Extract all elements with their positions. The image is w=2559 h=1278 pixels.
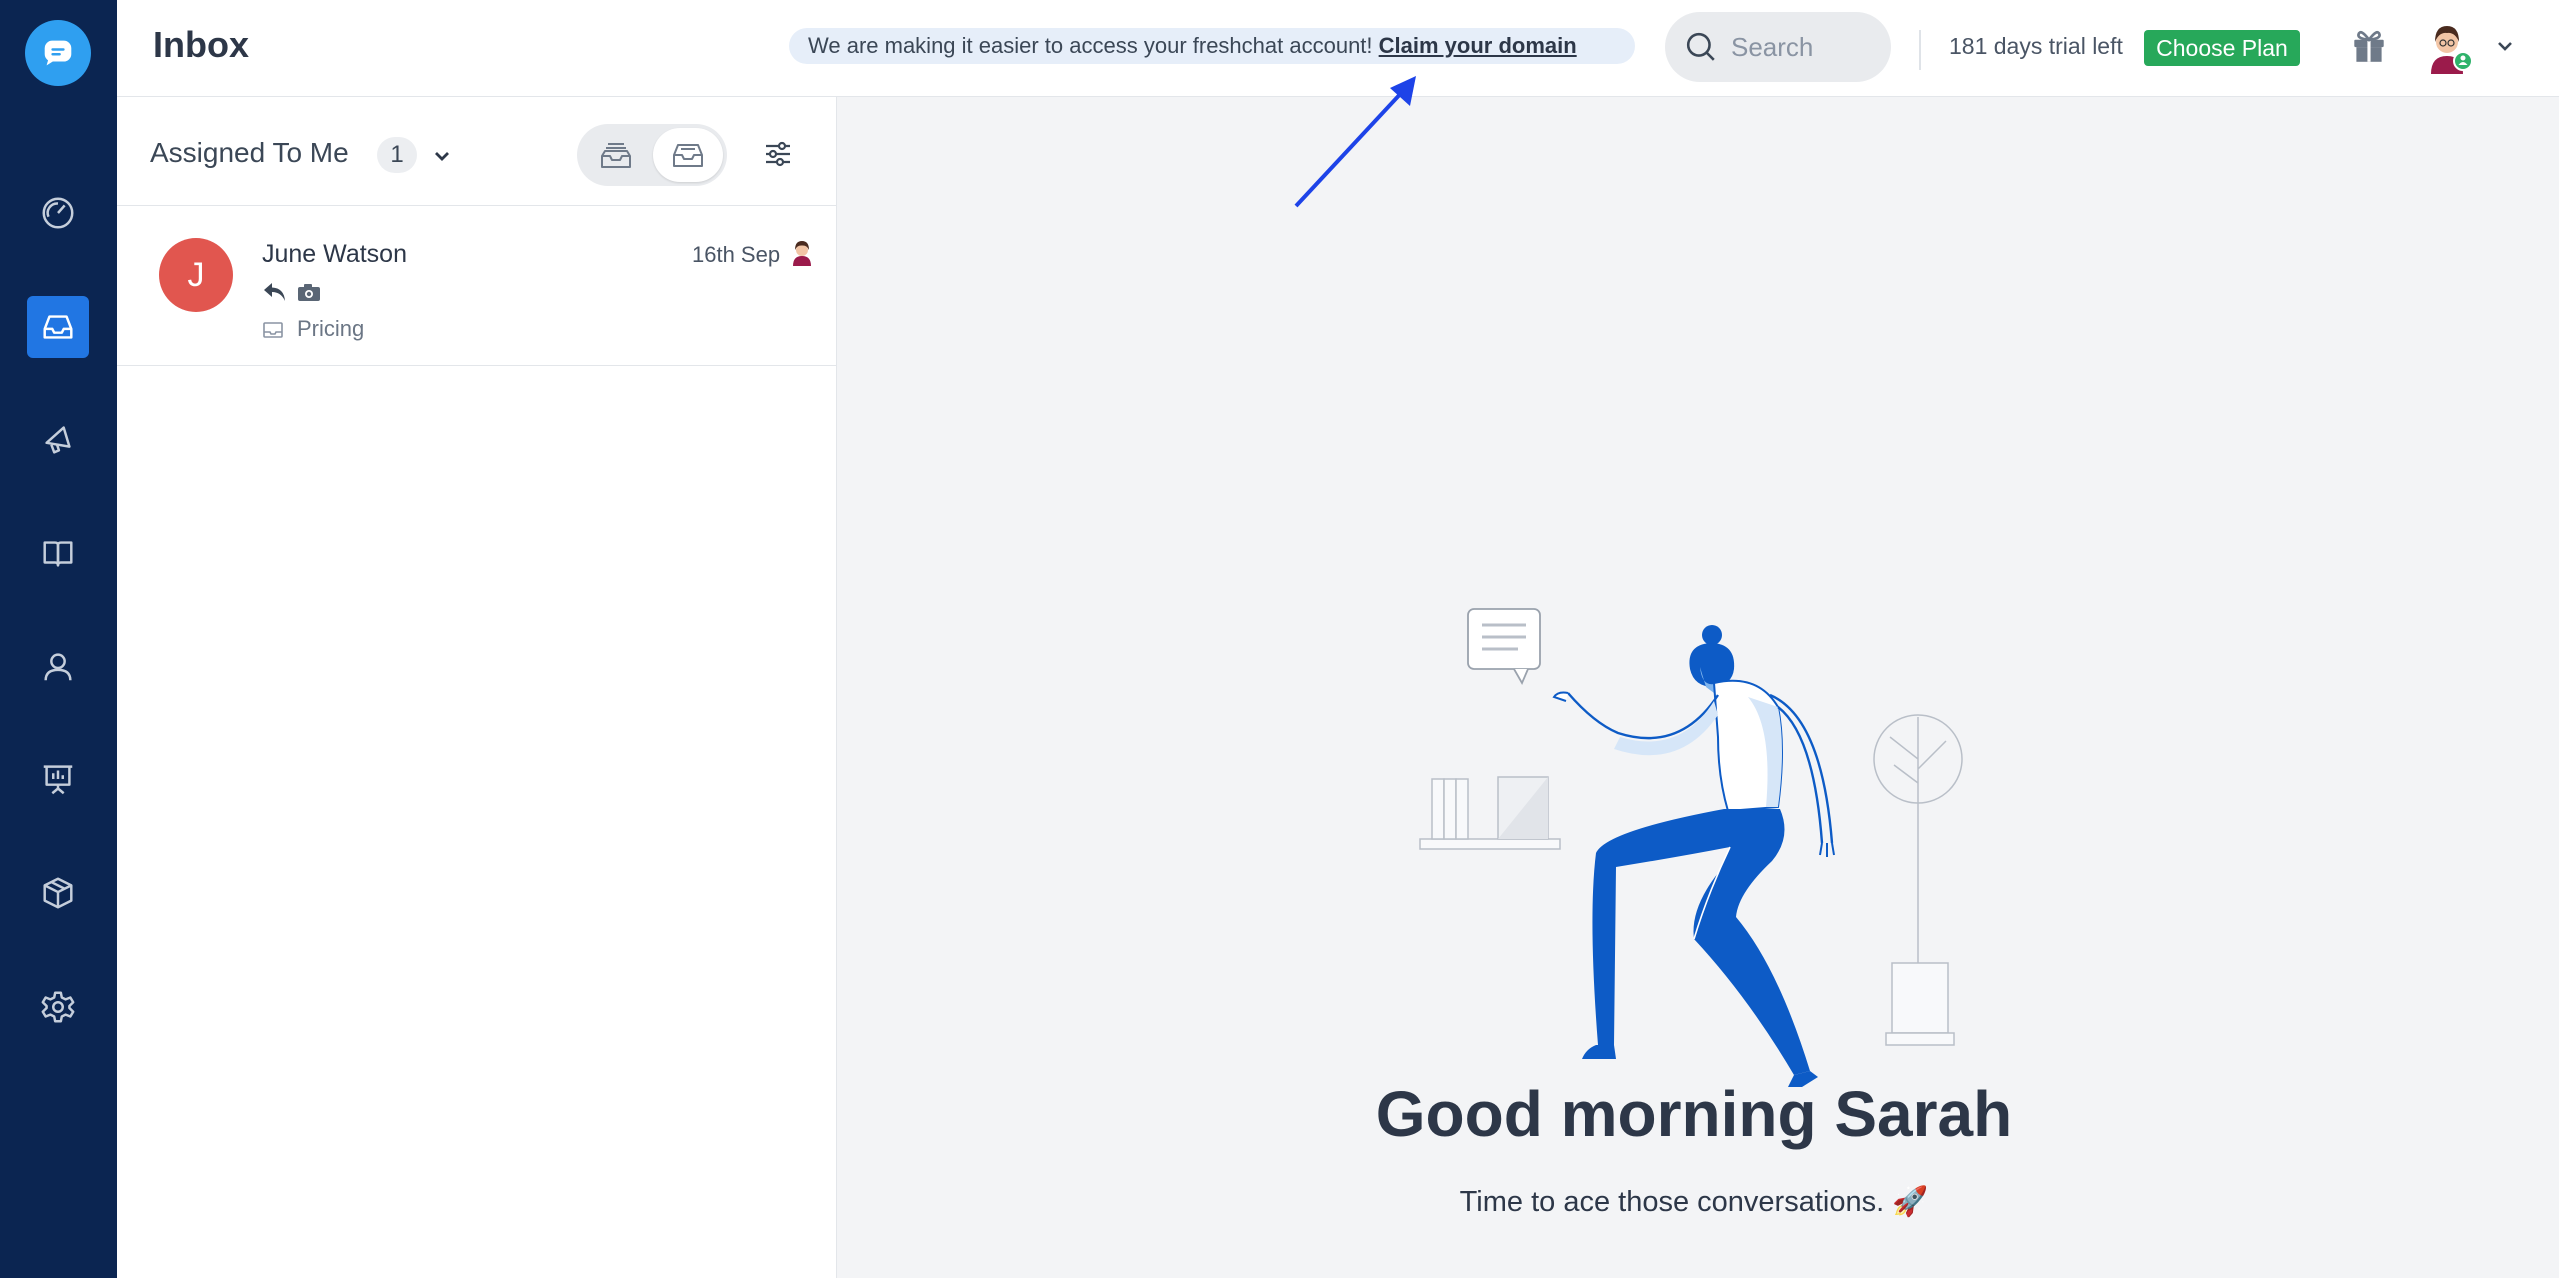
book-icon [43,541,73,567]
search-box[interactable] [1665,12,1891,82]
sidebar-item-settings[interactable] [27,976,89,1038]
cube-icon [43,877,73,909]
sidebar-item-inbox[interactable] [27,296,89,358]
user-avatar[interactable] [2419,18,2475,74]
left-nav-rail [0,0,117,1278]
gear-icon [41,991,75,1023]
gift-icon[interactable] [2348,24,2390,66]
camera-icon [298,284,320,301]
person-icon [44,653,72,681]
conversation-count-badge: 1 [377,137,417,173]
assigned-agent-avatar [793,241,811,266]
greeting-heading: Good morning Sarah [1375,1078,2013,1150]
megaphone-icon [45,426,71,454]
greeting-subtext: Time to ace those conversations. 🚀 [1459,1186,1929,1218]
sidebar-item-campaigns[interactable] [27,408,89,470]
view-compact-button[interactable] [653,128,723,182]
inbox-icon [43,315,73,339]
contact-avatar: J [159,238,233,312]
filter-sliders-icon[interactable] [762,139,794,169]
page-title: Inbox [153,24,249,65]
sidebar-item-dashboard[interactable] [27,182,89,244]
top-bar: Inbox We are making it easier to access … [117,0,2559,97]
inbox-tray-icon [673,144,703,167]
topic-icon [263,322,283,338]
welcome-area: Good morning Sarah Time to ace those con… [838,97,2550,1278]
trial-days-left: 181 days trial left [1949,33,2123,59]
chat-bubble-icon [44,40,72,66]
chevron-down-icon[interactable] [433,149,451,163]
conversation-date: 16th Sep [692,242,781,267]
conversation-row[interactable]: J June Watson 16th Sep Pricing [117,206,837,366]
reply-icon [264,283,285,301]
conversation-filter-label[interactable]: Assigned To Me [150,137,349,169]
claim-domain-link[interactable]: Claim your domain [1379,33,1577,58]
list-header: Assigned To Me 1 [117,97,837,206]
sidebar-item-contacts[interactable] [27,636,89,698]
conversation-topic: Pricing [297,316,365,341]
search-input[interactable] [1731,31,1871,63]
sidebar-item-integrations[interactable] [27,862,89,924]
chevron-down-icon[interactable] [2495,38,2515,54]
divider [1919,30,1921,70]
notice-text: We are making it easier to access your f… [808,33,1379,58]
search-icon [1686,32,1715,61]
view-toggle [577,124,727,186]
freshchat-logo[interactable] [25,20,91,86]
choose-plan-button[interactable]: Choose Plan [2144,30,2300,66]
sidebar-item-reports[interactable] [27,748,89,810]
conversation-list-panel: Assigned To Me 1 J June Watson 16th Sep … [117,97,837,1278]
stacked-inbox-icon [601,143,631,168]
welcome-illustration [1419,608,1963,1087]
contact-name: June Watson [262,240,407,268]
domain-notice-banner: We are making it easier to access your f… [789,28,1635,64]
view-expanded-button[interactable] [581,128,651,182]
sidebar-item-solutions[interactable] [27,522,89,584]
presentation-chart-icon [43,765,73,795]
speedometer-icon [42,197,74,229]
